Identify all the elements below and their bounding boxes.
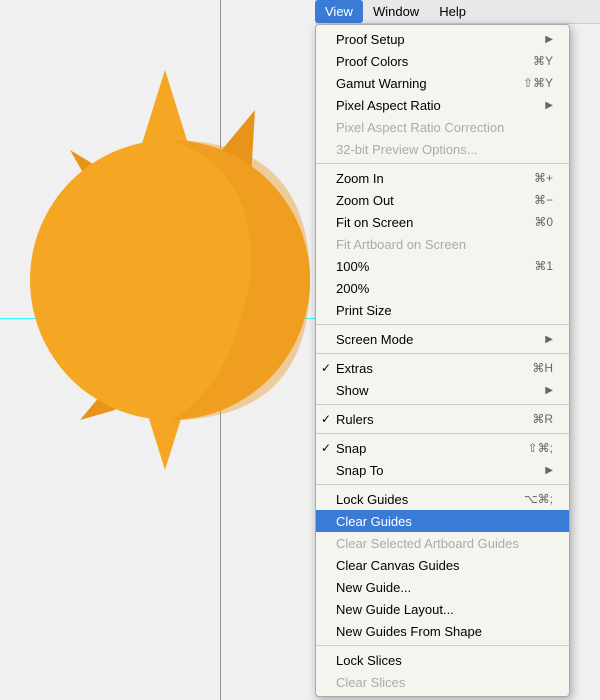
- menu-item-clear-selected-artboard-guides: Clear Selected Artboard Guides: [316, 532, 569, 554]
- menu-item-fit-artboard: Fit Artboard on Screen: [316, 233, 569, 255]
- menu-item-extras[interactable]: Extras ⌘H: [316, 357, 569, 379]
- view-dropdown-menu: Proof Setup ▶ Proof Colors ⌘Y Gamut Warn…: [315, 24, 570, 697]
- separator-4: [316, 404, 569, 405]
- menu-item-new-guide[interactable]: New Guide...: [316, 576, 569, 598]
- menu-item-rulers[interactable]: Rulers ⌘R: [316, 408, 569, 430]
- menu-item-print-size[interactable]: Print Size: [316, 299, 569, 321]
- separator-5: [316, 433, 569, 434]
- menu-item-pixel-aspect-ratio[interactable]: Pixel Aspect Ratio ▶: [316, 94, 569, 116]
- menubar: View Window Help: [315, 0, 600, 24]
- separator-6: [316, 484, 569, 485]
- menu-item-200[interactable]: 200%: [316, 277, 569, 299]
- menu-item-lock-guides[interactable]: Lock Guides ⌥⌘;: [316, 488, 569, 510]
- menu-item-clear-slices: Clear Slices: [316, 671, 569, 693]
- separator-1: [316, 163, 569, 164]
- menu-item-proof-setup[interactable]: Proof Setup ▶: [316, 28, 569, 50]
- menu-item-new-guides-from-shape[interactable]: New Guides From Shape: [316, 620, 569, 642]
- menu-item-snap-to[interactable]: Snap To ▶: [316, 459, 569, 481]
- menu-item-clear-canvas-guides[interactable]: Clear Canvas Guides: [316, 554, 569, 576]
- menu-item-zoom-out[interactable]: Zoom Out ⌘−: [316, 189, 569, 211]
- separator-3: [316, 353, 569, 354]
- menu-item-pixel-aspect-ratio-correction: Pixel Aspect Ratio Correction: [316, 116, 569, 138]
- menu-item-snap[interactable]: Snap ⇧⌘;: [316, 437, 569, 459]
- menu-window[interactable]: Window: [363, 0, 429, 23]
- separator-7: [316, 645, 569, 646]
- menu-item-show[interactable]: Show ▶: [316, 379, 569, 401]
- menu-help[interactable]: Help: [429, 0, 476, 23]
- menu-item-lock-slices[interactable]: Lock Slices: [316, 649, 569, 671]
- menu-item-screen-mode[interactable]: Screen Mode ▶: [316, 328, 569, 350]
- menu-item-clear-guides[interactable]: Clear Guides: [316, 510, 569, 532]
- menu-item-gamut-warning[interactable]: Gamut Warning ⇧⌘Y: [316, 72, 569, 94]
- sun-illustration: [10, 50, 320, 610]
- separator-2: [316, 324, 569, 325]
- menu-view[interactable]: View: [315, 0, 363, 23]
- menu-item-fit-on-screen[interactable]: Fit on Screen ⌘0: [316, 211, 569, 233]
- menu-item-proof-colors[interactable]: Proof Colors ⌘Y: [316, 50, 569, 72]
- menu-item-100[interactable]: 100% ⌘1: [316, 255, 569, 277]
- menu-item-zoom-in[interactable]: Zoom In ⌘+: [316, 167, 569, 189]
- menu-item-32bit-preview: 32-bit Preview Options...: [316, 138, 569, 160]
- menu-item-new-guide-layout[interactable]: New Guide Layout...: [316, 598, 569, 620]
